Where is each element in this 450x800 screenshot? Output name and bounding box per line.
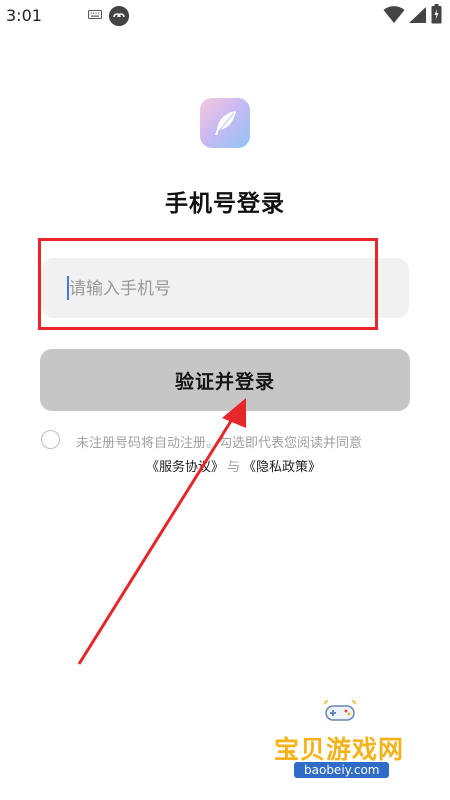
feather-icon bbox=[215, 111, 236, 135]
gamepad-icon bbox=[324, 700, 356, 721]
service-agreement-link[interactable]: 《服务协议》 bbox=[146, 460, 224, 475]
app-badge-icon bbox=[109, 6, 129, 26]
page-title: 手机号登录 bbox=[165, 191, 285, 217]
verify-login-button[interactable]: 验证并登录 bbox=[40, 349, 410, 411]
annotation-highlight-box bbox=[38, 238, 378, 330]
watermark-url: baobeiy.com bbox=[294, 762, 390, 778]
keyboard-icon bbox=[88, 10, 102, 19]
agreement-conjunction: 与 bbox=[227, 460, 241, 475]
app-logo bbox=[200, 98, 250, 148]
wifi-icon bbox=[383, 6, 405, 23]
watermark-brand: 宝贝游戏网 bbox=[274, 735, 405, 764]
privacy-policy-link[interactable]: 《隐私政策》 bbox=[243, 460, 321, 475]
status-bar: 3:01 bbox=[0, 0, 450, 32]
battery-icon bbox=[431, 4, 442, 24]
status-time: 3:01 bbox=[6, 6, 42, 25]
agreement-links: 《服务协议》与《隐私政策》 bbox=[146, 456, 321, 475]
agreement-checkbox[interactable] bbox=[41, 430, 60, 449]
watermark: 宝贝游戏网 baobeiy.com bbox=[268, 700, 428, 795]
agreement-text: 未注册号码将自动注册。勾选即代表您阅读并同意 bbox=[76, 436, 363, 451]
signal-icon bbox=[409, 7, 426, 23]
